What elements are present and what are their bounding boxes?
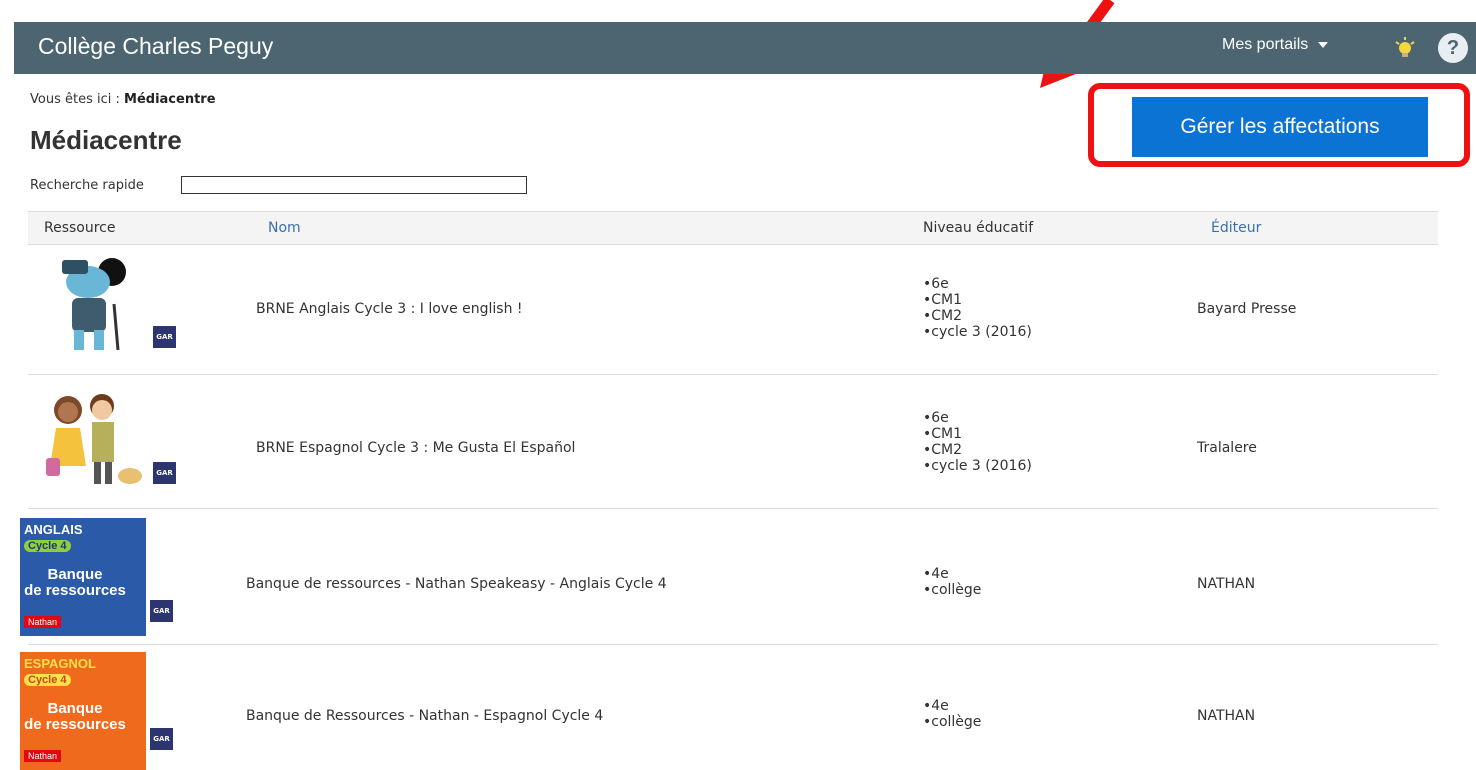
top-navbar: Collège Charles Peguy Mes portails ? [14,22,1476,74]
gar-badge: GAR [153,326,176,348]
table-header: Ressource Nom Niveau éducatif Éditeur [28,211,1438,245]
lightbulb-icon[interactable] [1394,36,1416,60]
characters-kids-image [46,394,142,484]
cover-brand: Nathan [24,616,62,628]
level-item: CM2 [923,308,1032,324]
level-item: collège [923,582,981,598]
cover-title-line1: Banque [47,566,103,583]
character-blue-dog-image [62,258,126,351]
table-row[interactable]: ESPAGNOL Cycle 4 Banque de ressources Na… [20,650,1438,770]
level-item: CM1 [923,426,1032,442]
page-title: Médiacentre [30,125,182,155]
search-label: Recherche rapide [30,178,144,193]
editor-name: NATHAN [1197,576,1256,592]
cover-subject: ESPAGNOL [24,656,96,671]
cover-title-line1: Banque [47,700,103,717]
portals-menu[interactable]: Mes portails [1222,36,1329,54]
cover-brand: Nathan [24,750,62,762]
breadcrumb-current: Médiacentre [124,92,216,107]
editor-name: Tralalere [1197,440,1257,456]
level-item: cycle 3 (2016) [923,324,1032,340]
table-row[interactable]: GAR BRNE Espagnol Cycle 3 : Me Gusta El … [28,380,1438,510]
resource-name[interactable]: Banque de ressources - Nathan Speakeasy … [246,576,667,592]
breadcrumb-prefix: Vous êtes ici : [30,92,120,107]
level-item: 4e [923,566,981,582]
editor-name: NATHAN [1197,708,1256,724]
cover-title-line2: de ressources [24,582,126,599]
row-divider [28,374,1438,375]
level-item: 6e [923,410,1032,426]
resource-name[interactable]: BRNE Espagnol Cycle 3 : Me Gusta El Espa… [256,440,575,456]
level-item: collège [923,714,981,730]
column-header-level: Niveau éducatif [923,220,1034,236]
resource-name[interactable]: BRNE Anglais Cycle 3 : I love english ! [256,301,523,317]
column-header-editor[interactable]: Éditeur [1211,220,1261,236]
row-divider [28,644,1438,645]
table-row[interactable]: GAR BRNE Anglais Cycle 3 : I love englis… [28,246,1438,376]
level-list: 6e CM1 CM2 cycle 3 (2016) [923,410,1032,474]
level-list: 4e collège [923,566,981,598]
anglais-cover-image: ANGLAIS Cycle 4 Banque de ressources Nat… [20,518,146,636]
cover-subject: ANGLAIS [24,522,83,537]
portals-label: Mes portails [1222,36,1309,53]
quick-search-input[interactable] [181,176,527,194]
editor-name: Bayard Presse [1197,301,1297,317]
level-item: 6e [923,276,1032,292]
level-item: 4e [923,698,981,714]
level-item: CM1 [923,292,1032,308]
cover-cycle: Cycle 4 [24,540,71,552]
manage-assignments-button[interactable]: Gérer les affectations [1132,97,1428,157]
site-title[interactable]: Collège Charles Peguy [38,33,273,60]
cover-title-line2: de ressources [24,716,126,733]
gar-badge: GAR [150,600,173,622]
breadcrumb: Vous êtes ici : Médiacentre [30,92,216,107]
resource-name[interactable]: Banque de Ressources - Nathan - Espagnol… [246,708,603,724]
column-header-name[interactable]: Nom [268,220,301,236]
column-header-resource: Ressource [44,220,116,236]
level-item: cycle 3 (2016) [923,458,1032,474]
cover-cycle: Cycle 4 [24,674,71,686]
level-list: 4e collège [923,698,981,730]
gar-badge: GAR [153,462,176,484]
level-list: 6e CM1 CM2 cycle 3 (2016) [923,276,1032,340]
gar-badge: GAR [150,728,173,750]
help-icon[interactable]: ? [1438,33,1468,63]
espagnol-cover-image: ESPAGNOL Cycle 4 Banque de ressources Na… [20,652,146,770]
caret-down-icon [1318,41,1329,48]
table-row[interactable]: ANGLAIS Cycle 4 Banque de ressources Nat… [20,516,1438,646]
row-divider [28,508,1438,509]
level-item: CM2 [923,442,1032,458]
